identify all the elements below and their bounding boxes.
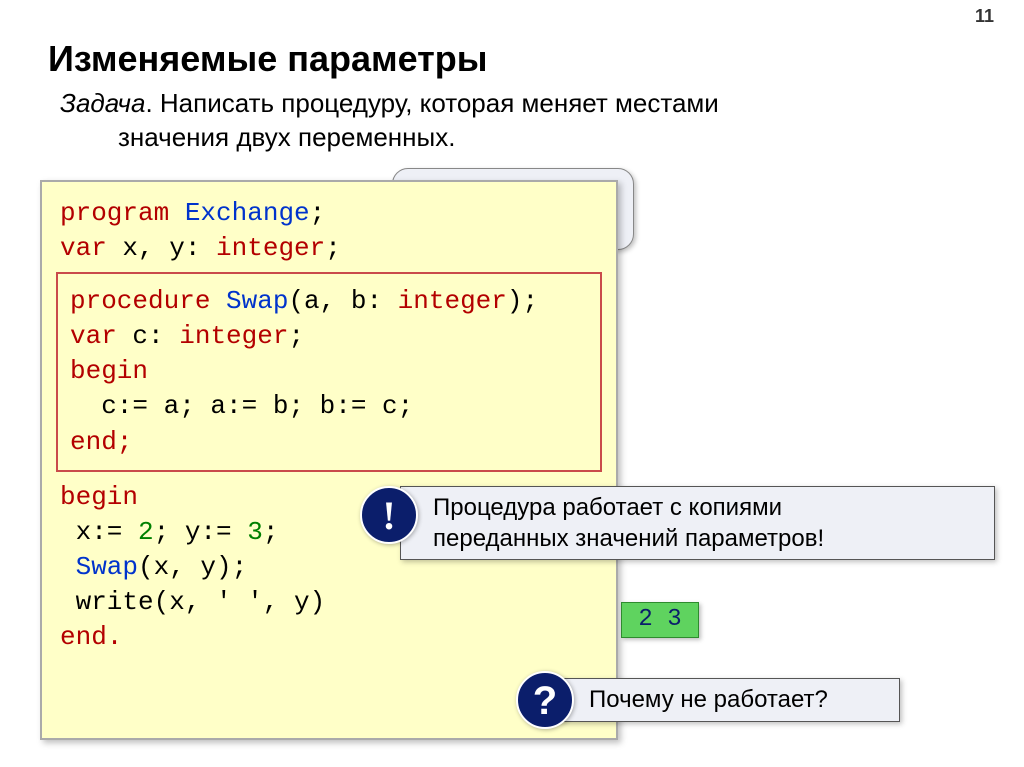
kw: var [70, 321, 117, 351]
kw: var [60, 233, 107, 263]
code-line: begin [70, 354, 588, 389]
exclamation-icon: ! [360, 486, 418, 544]
note-line1: Процедура работает с копиями [433, 492, 984, 523]
question-icon: ? [516, 671, 574, 729]
kw: integer [216, 233, 325, 263]
txt: (x, y); [138, 552, 247, 582]
punct: ; [310, 198, 326, 228]
ident: Swap [60, 552, 138, 582]
code-line: var c: integer; [70, 319, 588, 354]
code-line: c:= a; a:= b; b:= c; [70, 389, 588, 424]
ident: Exchange [185, 198, 310, 228]
kw: begin [60, 482, 138, 512]
punct: ; [263, 517, 279, 547]
txt: x, y: [107, 233, 216, 263]
kw: end. [60, 622, 122, 652]
kw: procedure [70, 286, 226, 316]
note-line2: переданных значений параметров! [433, 523, 984, 554]
txt: c:= a; a:= b; b:= c; [70, 391, 413, 421]
task-text-1: . Написать процедуру, которая меняет мес… [145, 88, 718, 118]
num: 3 [247, 517, 263, 547]
slide-title: Изменяемые параметры [48, 38, 488, 80]
page-number: 11 [975, 6, 994, 27]
punct: ; [325, 233, 341, 263]
note-box: Процедура работает с копиями переданных … [400, 486, 995, 560]
code-line: end; [70, 425, 588, 460]
code-line: program Exchange; [60, 196, 598, 231]
task-label: Задача [60, 88, 145, 118]
punct: ); [507, 286, 538, 316]
ident: Swap [226, 286, 288, 316]
code-line: write(x, ' ', y) [60, 585, 598, 620]
code-line: end. [60, 620, 598, 655]
code-line: var x, y: integer; [60, 231, 598, 266]
num: 2 [138, 517, 154, 547]
code-line: procedure Swap(a, b: integer); [70, 284, 588, 319]
kw: integer [179, 321, 288, 351]
question-box: Почему не работает? [560, 678, 900, 722]
kw: integer [398, 286, 507, 316]
procedure-box: procedure Swap(a, b: integer); var c: in… [56, 272, 602, 471]
task-line-2: значения двух переменных. [118, 122, 455, 153]
kw: program [60, 198, 185, 228]
task-line-1: Задача. Написать процедуру, которая меня… [60, 88, 719, 119]
kw: begin [70, 356, 148, 386]
txt: (a, b: [288, 286, 397, 316]
kw: end; [70, 427, 132, 457]
txt: x:= [60, 517, 138, 547]
txt: write(x, ' ', y) [60, 587, 325, 617]
punct: ; [288, 321, 304, 351]
result-box: 2 3 [621, 602, 699, 638]
code-block: program Exchange; var x, y: integer; pro… [40, 180, 618, 740]
txt: ; y:= [154, 517, 248, 547]
txt: c: [117, 321, 179, 351]
